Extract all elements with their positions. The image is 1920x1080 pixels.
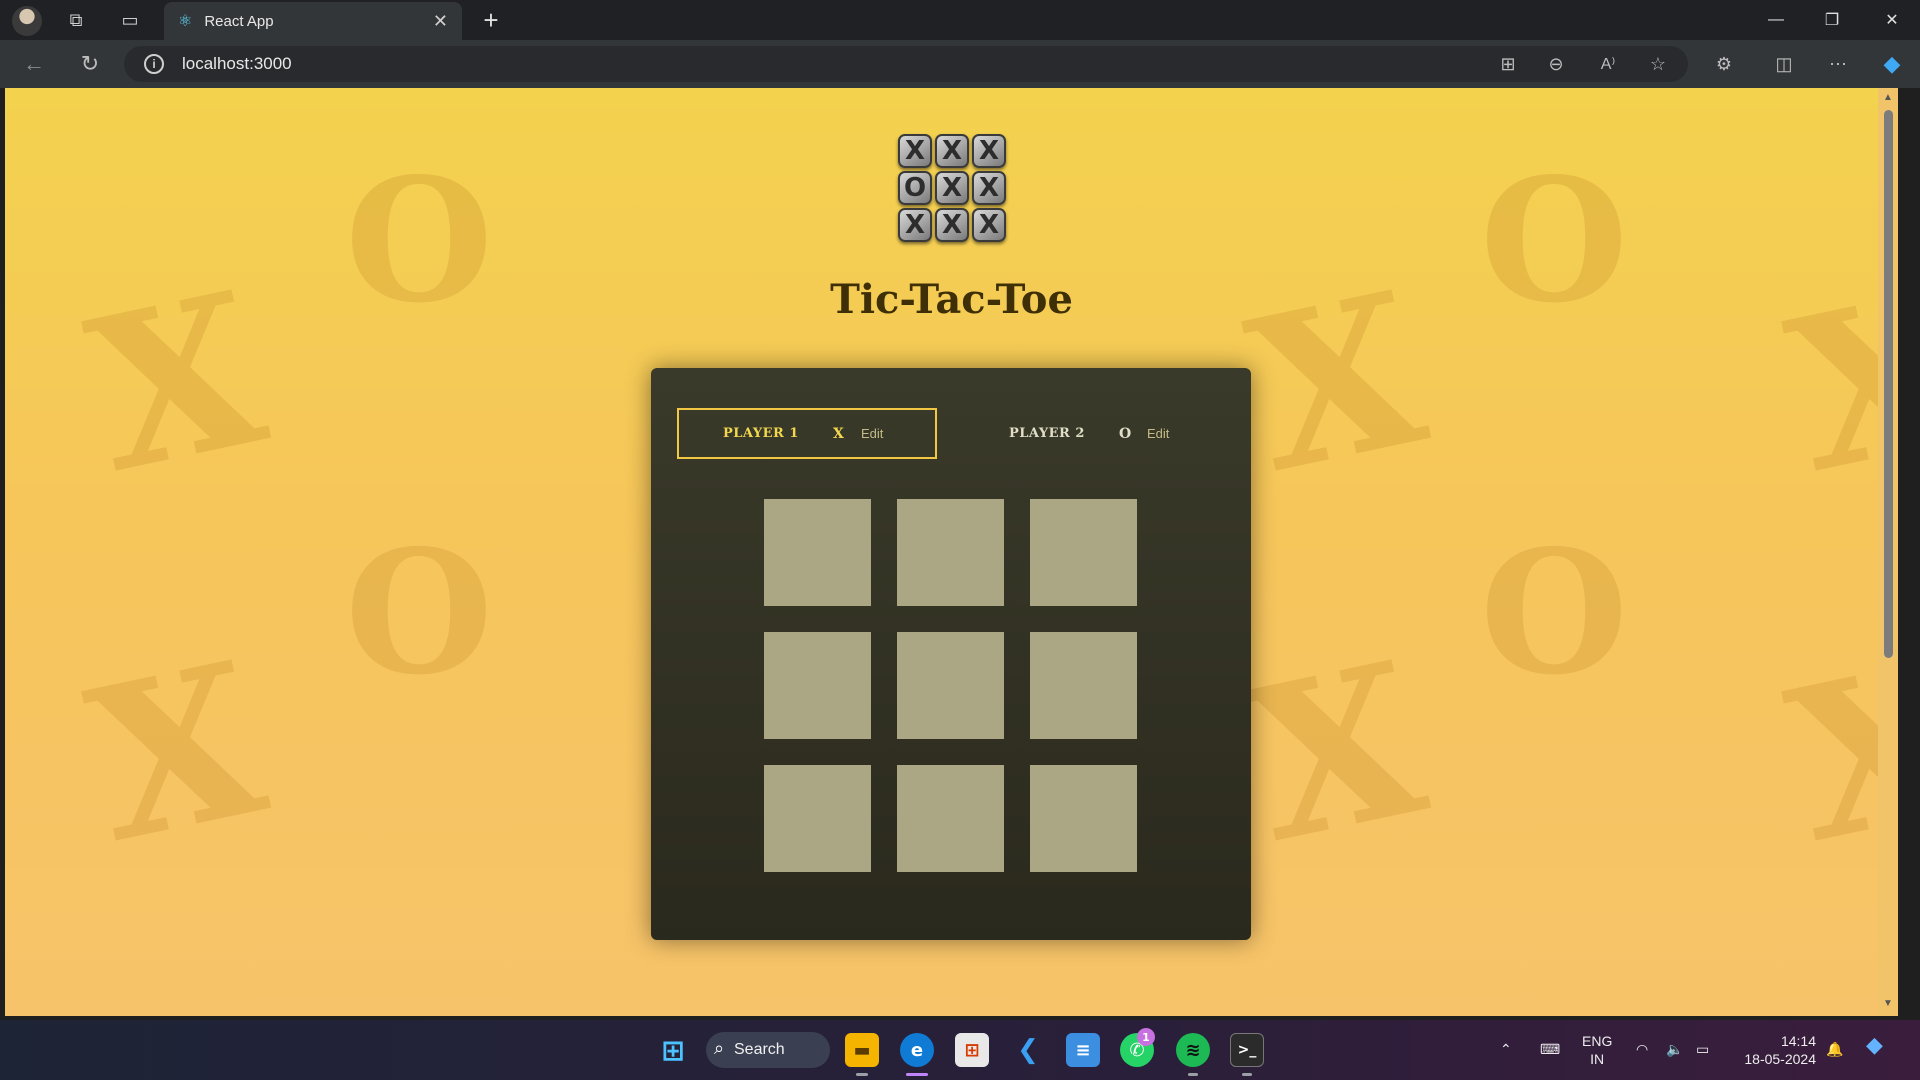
windows-taskbar: ⊞ ⌕ Search ▬ e ⊞ ❮ ≡ ✆ 1 ≋ >_ ⌃ ⌨ ENG IN…	[0, 1020, 1920, 1080]
running-indicator	[856, 1073, 868, 1076]
running-indicator	[1242, 1073, 1252, 1076]
logo-cell: X	[935, 171, 969, 205]
extensions-icon[interactable]: ⚙	[1710, 52, 1738, 76]
player-1-name: PLAYER 1	[723, 426, 799, 441]
wifi-icon[interactable]: ◠	[1636, 1040, 1648, 1058]
board-cell-1-0[interactable]	[764, 632, 871, 739]
read-aloud-icon[interactable]: A⁾	[1594, 52, 1622, 76]
more-menu-icon[interactable]: ⋯	[1824, 52, 1852, 76]
player-2-card: PLAYER 2 O Edit	[963, 408, 1223, 459]
browser-tab-bar: ⧉ ▭ ⚛ React App ✕ + — ❐ ✕	[0, 0, 1920, 40]
tab-react-app[interactable]: ⚛ React App ✕	[164, 2, 462, 40]
scroll-thumb[interactable]	[1884, 110, 1893, 658]
favorite-star-icon[interactable]: ☆	[1644, 52, 1672, 76]
windows-start-icon[interactable]: ⊞	[656, 1033, 690, 1067]
url-text: localhost:3000	[182, 54, 292, 73]
profile-avatar[interactable]	[12, 6, 42, 36]
logo-cell: X	[898, 208, 932, 242]
background-x-mark: X	[1230, 614, 1442, 891]
logo-cell: X	[972, 171, 1006, 205]
new-tab-button[interactable]: +	[474, 4, 508, 36]
clock-time: 14:14	[1780, 1033, 1816, 1049]
react-logo-icon: ⚛	[178, 13, 193, 30]
language-code: ENG	[1582, 1033, 1613, 1049]
board-cell-0-2[interactable]	[1030, 499, 1137, 606]
notepad-icon[interactable]: ≡	[1066, 1033, 1100, 1067]
back-arrow-icon[interactable]: ←	[20, 51, 48, 76]
page-viewport: X X O O X X O O X X X X X O X X X X X Ti…	[5, 88, 1898, 1016]
board-cell-0-0[interactable]	[764, 499, 871, 606]
logo-cell: X	[972, 208, 1006, 242]
copilot-taskbar-icon[interactable]: ◆	[1866, 1034, 1883, 1056]
board-cell-1-2[interactable]	[1030, 632, 1137, 739]
spotify-icon[interactable]: ≋	[1176, 1033, 1210, 1067]
board-cell-0-1[interactable]	[897, 499, 1004, 606]
copilot-icon[interactable]: ◆	[1878, 51, 1906, 76]
workspaces-icon[interactable]: ⧉	[58, 4, 94, 36]
clock-date: 18-05-2024	[1744, 1051, 1816, 1067]
close-window-icon[interactable]: ✕	[1864, 0, 1920, 40]
restore-icon[interactable]: ❐	[1804, 0, 1860, 40]
close-tab-icon[interactable]: ✕	[433, 11, 448, 32]
running-indicator	[1188, 1073, 1198, 1076]
active-indicator	[906, 1073, 928, 1076]
player-1-card: PLAYER 1 X Edit	[677, 408, 937, 459]
zoom-out-icon[interactable]: ⊖	[1542, 52, 1570, 76]
player-1-edit-button[interactable]: Edit	[861, 426, 883, 441]
site-info-icon[interactable]: i	[144, 54, 164, 74]
game-container: PLAYER 1 X Edit PLAYER 2 O Edit	[651, 368, 1251, 940]
microsoft-store-icon[interactable]: ⊞	[955, 1033, 989, 1067]
player-2-edit-button[interactable]: Edit	[1147, 426, 1169, 441]
board-cell-2-0[interactable]	[764, 765, 871, 872]
clock[interactable]: 14:14 18-05-2024	[1736, 1032, 1816, 1068]
background-x-mark: X	[70, 614, 282, 891]
app-available-icon[interactable]: ⊞	[1494, 52, 1522, 76]
keyboard-icon[interactable]: ⌨	[1540, 1040, 1560, 1058]
player-2-symbol: O	[1119, 425, 1132, 442]
logo-cell: O	[898, 171, 932, 205]
url-field[interactable]: i localhost:3000	[124, 46, 1688, 82]
search-label: Search	[734, 1041, 785, 1058]
refresh-icon[interactable]: ↻	[76, 51, 104, 76]
game-logo: X X X O X X X X X	[898, 134, 1012, 248]
background-o-mark: O	[345, 513, 494, 713]
board-cell-2-1[interactable]	[897, 765, 1004, 872]
search-icon: ⌕	[714, 1038, 725, 1058]
board-cell-1-1[interactable]	[897, 632, 1004, 739]
logo-cell: X	[972, 134, 1006, 168]
volume-icon[interactable]: 🔈	[1666, 1040, 1683, 1058]
player-2-name: PLAYER 2	[1009, 426, 1085, 441]
region-code: IN	[1590, 1051, 1605, 1067]
language-indicator[interactable]: ENG IN	[1582, 1032, 1612, 1068]
background-o-mark: O	[1480, 513, 1629, 713]
notification-badge: 1	[1137, 1028, 1155, 1046]
scroll-up-icon[interactable]: ▲	[1882, 92, 1894, 104]
tab-title: React App	[204, 12, 274, 30]
board-cell-2-2[interactable]	[1030, 765, 1137, 872]
scroll-down-icon[interactable]: ▼	[1882, 998, 1894, 1010]
vscode-icon[interactable]: ❮	[1011, 1033, 1045, 1067]
taskbar-search[interactable]: ⌕ Search	[706, 1032, 830, 1068]
notifications-bell-icon[interactable]: 🔔	[1826, 1040, 1843, 1058]
minimize-icon[interactable]: —	[1748, 0, 1804, 40]
edge-browser-icon[interactable]: e	[900, 1033, 934, 1067]
battery-icon[interactable]: ▭	[1696, 1040, 1709, 1058]
page-scrollbar[interactable]: ▲ ▼	[1878, 88, 1898, 1016]
show-hidden-icons-chevron-icon[interactable]: ⌃	[1500, 1040, 1512, 1058]
tab-actions-icon[interactable]: ▭	[112, 4, 148, 36]
logo-cell: X	[935, 208, 969, 242]
file-explorer-icon[interactable]: ▬	[845, 1033, 879, 1067]
logo-cell: X	[898, 134, 932, 168]
address-bar-row: ← ↻ i localhost:3000 ⊞ ⊖ A⁾ ☆ ⚙ ◫ ⋯ ◆	[0, 40, 1920, 88]
page-title: Tic-Tac-Toe	[830, 276, 1073, 323]
logo-cell: X	[935, 134, 969, 168]
split-screen-icon[interactable]: ◫	[1770, 52, 1798, 76]
player-1-symbol: X	[833, 425, 844, 442]
terminal-icon[interactable]: >_	[1230, 1033, 1264, 1067]
